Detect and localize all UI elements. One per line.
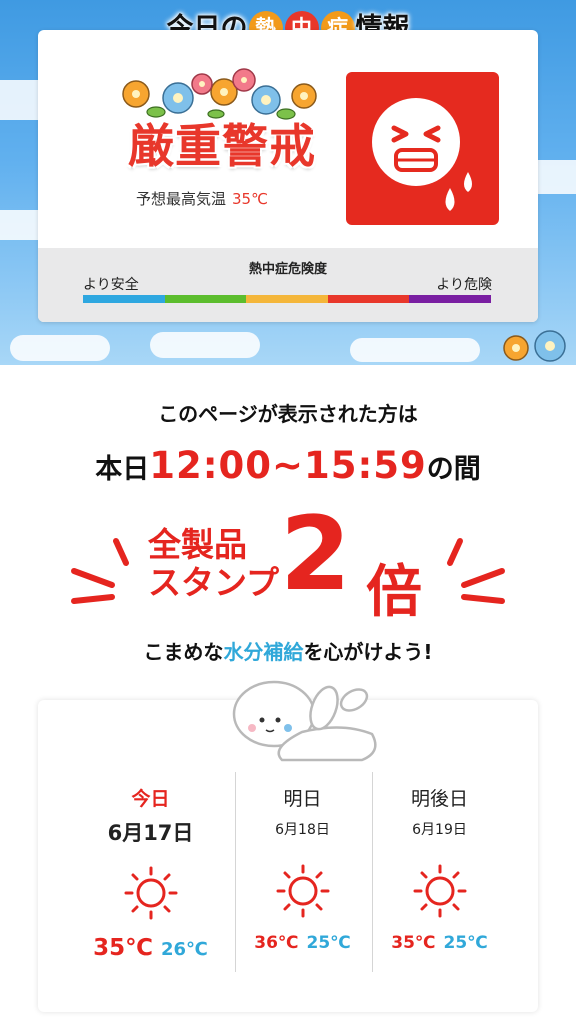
stamp-campaign: 全製品 スタンプ 2 倍: [0, 499, 576, 625]
forecast-day-after-tomorrow: 明後日 6月19日 35℃ 25℃: [372, 772, 507, 972]
scale-bar: [83, 295, 491, 303]
temp-low: 25℃: [443, 933, 488, 953]
scale-segment-3: [246, 295, 328, 303]
day-label: 明後日: [410, 788, 468, 810]
scale-danger-label: より危険: [436, 277, 492, 293]
sun-icon: [124, 866, 177, 920]
temp-low: 25℃: [306, 933, 351, 953]
hydration-tip: こまめな水分補給を心がけよう!: [0, 636, 576, 665]
promo-time-line: 本日12:00~15:59の間: [0, 444, 576, 487]
max-temp-label: 予想最高気温: [136, 190, 227, 208]
hydrate-suffix: を心がけよう!: [303, 640, 433, 664]
hero-banner: 今日の熱中症情報 厳重警戒 予想最高気温 35℃ 熱中症危険度 より安全 より危…: [0, 0, 576, 365]
scale-segment-2: [164, 295, 247, 303]
day-temps: 35℃ 25℃: [372, 933, 507, 953]
stamp-multiplier: 2: [280, 495, 351, 614]
heat-face-panel: [346, 72, 499, 225]
alert-level: 厳重警戒: [128, 119, 316, 173]
max-temp-line: 予想最高気温 35℃: [136, 188, 268, 209]
scale-safe-label: より安全: [83, 277, 139, 293]
promo-prefix: 本日: [95, 454, 150, 485]
max-temp-value: 35℃: [232, 190, 268, 208]
scale-segment-1: [83, 295, 165, 303]
temp-low: 26℃: [161, 939, 208, 960]
forecast-day-tomorrow: 明日 6月18日 36℃ 25℃: [235, 772, 370, 972]
temp-high: 35℃: [391, 933, 436, 953]
day-temps: 36℃ 25℃: [235, 933, 370, 953]
temp-high: 35℃: [93, 935, 153, 961]
day-temps: 35℃ 26℃: [83, 935, 218, 961]
cloud: [10, 335, 110, 361]
day-date: 6月17日: [107, 821, 194, 845]
sun-icon: [276, 864, 329, 918]
stamp-line2: スタンプ: [148, 563, 280, 602]
temp-high: 36℃: [254, 933, 299, 953]
promo-time: 12:00~15:59: [149, 444, 427, 487]
cloud: [150, 332, 260, 358]
stamp-line1: 全製品: [148, 525, 247, 564]
melting-mascot-icon: [232, 680, 377, 762]
forecast-card: 今日 6月17日 35℃ 26℃ 明日 6月18日 36℃ 25℃ 明後日 6月…: [38, 680, 538, 1012]
promo-intro: このページが表示された方は: [158, 402, 418, 426]
burst-lines-right-icon: [447, 538, 505, 604]
danger-scale: 熱中症危険度 より安全 より危険: [38, 248, 538, 322]
promo-suffix: の間: [426, 454, 481, 485]
scale-segment-5: [409, 295, 491, 303]
sun-icon: [413, 864, 466, 918]
forecast-day-today: 今日 6月17日 35℃ 26℃: [83, 772, 218, 972]
day-label: 明日: [283, 788, 322, 810]
day-date: 6月19日: [412, 822, 467, 838]
scale-segment-4: [327, 295, 410, 303]
burst-lines-left-icon: [71, 538, 129, 604]
cloud: [350, 338, 480, 362]
flower-decoration-icon: [503, 330, 566, 362]
stamp-multiplier-unit: 倍: [366, 560, 422, 625]
hydrate-prefix: こまめな: [143, 640, 224, 664]
stamp-label: 全製品 スタンプ: [148, 526, 279, 602]
day-date: 6月18日: [275, 822, 330, 838]
day-label: 今日: [131, 788, 170, 810]
hydrate-highlight: 水分補給: [223, 640, 304, 664]
distressed-face-icon: [372, 98, 472, 211]
heat-alert-card: 厳重警戒 予想最高気温 35℃ 熱中症危険度 より安全 より危険: [38, 30, 538, 322]
